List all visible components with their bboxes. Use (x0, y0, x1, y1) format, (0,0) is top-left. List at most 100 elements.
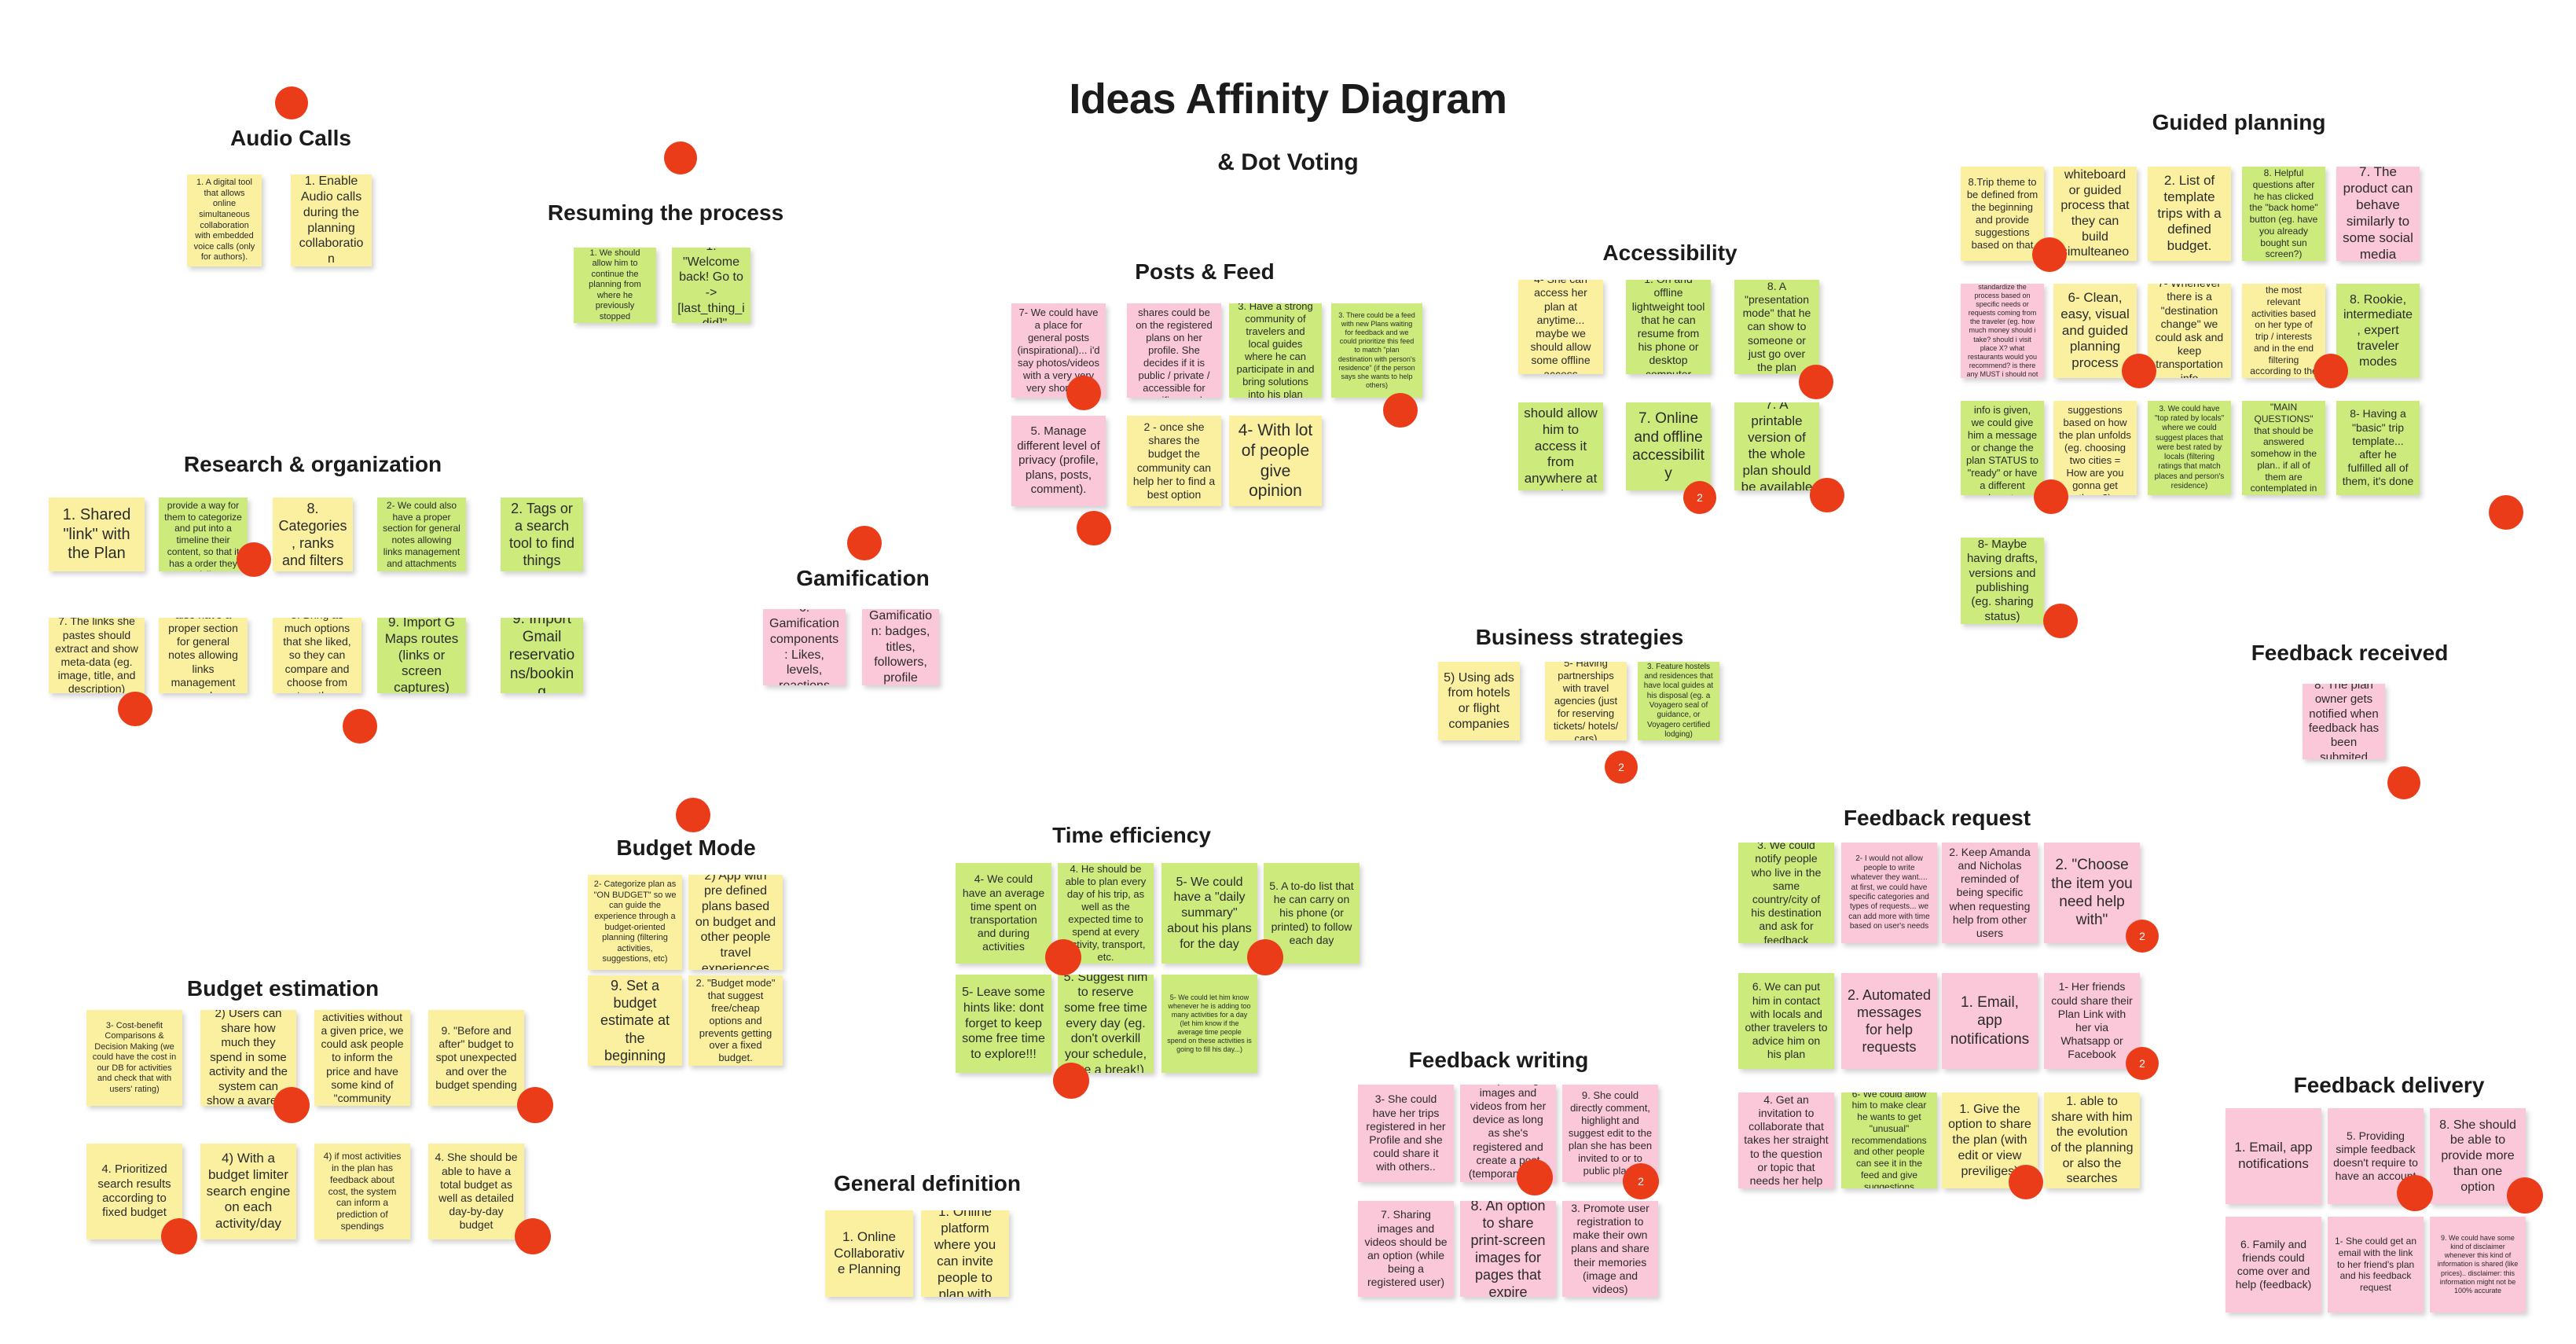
sticky-note[interactable]: 5- We could let him know whenever he is … (1161, 975, 1257, 1073)
sticky-note[interactable]: 1. "Welcome back! Go to -> [last_thing_i… (672, 248, 750, 323)
sticky-note[interactable]: 9. We could have some kind of disclaimer… (2430, 1217, 2526, 1313)
sticky-note[interactable]: 4- With lot of people give opinion (1229, 416, 1322, 506)
vote-dot[interactable] (161, 1218, 197, 1254)
sticky-note[interactable]: 8.Trip theme to be defined from the begi… (1961, 167, 2044, 261)
sticky-note[interactable]: 4- She can access her plan at anytime...… (1518, 280, 1603, 374)
sticky-note[interactable]: 9. Set a budget estimate at the beginnin… (588, 975, 682, 1066)
vote-dot[interactable] (1247, 939, 1283, 975)
sticky-note[interactable]: 1- She could get an email with the link … (2328, 1217, 2424, 1313)
sticky-note[interactable]: 3. We could have "top rated by locals" w… (2148, 401, 2231, 495)
sticky-note[interactable]: 7. Sharing images and videos should be a… (1358, 1201, 1454, 1297)
vote-dot[interactable] (1066, 376, 1101, 410)
vote-dot[interactable] (515, 1218, 551, 1254)
sticky-note[interactable]: 8. A "presentation mode" that he can sho… (1734, 280, 1819, 374)
vote-dot[interactable] (273, 1087, 310, 1123)
vote-dot[interactable] (118, 692, 152, 726)
sticky-note[interactable]: 4) if most activities in the plan has fe… (314, 1144, 410, 1239)
vote-dot[interactable] (2397, 1175, 2433, 1211)
sticky-note[interactable]: 7. Online and offline accessibility (1626, 402, 1711, 490)
sticky-note[interactable]: 7- Whenever there is a "destination chan… (2148, 284, 2231, 378)
vote-dot[interactable] (1383, 393, 1418, 428)
sticky-note[interactable]: 2. "Choose the item you need help with" (2044, 843, 2140, 943)
sticky-note[interactable]: 1. We should allow him to continue the p… (574, 248, 656, 323)
sticky-note[interactable]: 1. Online platform where you can invite … (921, 1210, 1009, 1297)
vote-dot[interactable] (2009, 1165, 2043, 1199)
sticky-note[interactable]: 4) With a budget limiter search engine o… (200, 1144, 296, 1239)
vote-dot[interactable] (2043, 604, 2078, 638)
sticky-note[interactable]: 6- We could allow him to make clear he w… (1841, 1092, 1937, 1188)
sticky-note[interactable]: 8- We could have a list of "MAIN QUESTIO… (2242, 401, 2325, 495)
sticky-note[interactable]: 8. Bring as much options that she liked,… (273, 618, 361, 693)
sticky-note[interactable]: 2- I would not allow people to write wha… (1841, 843, 1937, 943)
sticky-note[interactable]: 6. We can put him in contact with locals… (1738, 973, 1834, 1069)
sticky-note[interactable]: 8- After all the info is given, we could… (1961, 401, 2044, 495)
vote-dot[interactable] (1799, 365, 1833, 399)
sticky-note[interactable]: 7- Suggesting the most relevant activiti… (2242, 284, 2325, 378)
sticky-note[interactable]: 5- Leave some hints like: dont forget to… (956, 975, 1051, 1073)
sticky-note[interactable]: 6. Family and friends could come over an… (2226, 1217, 2321, 1313)
sticky-note[interactable]: 8. The plan owner gets notified when fee… (2303, 684, 2385, 759)
sticky-note[interactable]: 3. There could be a feed with new Plans … (1331, 303, 1422, 398)
vote-dot[interactable] (2034, 479, 2068, 514)
sticky-note[interactable]: 2. We could provide a way for them to ca… (159, 498, 248, 571)
vote-dot[interactable]: 2 (2126, 920, 2159, 953)
sticky-note[interactable]: 4- We could have an average time spent o… (956, 863, 1051, 964)
sticky-note[interactable]: 7- We could also have a proper section f… (159, 618, 248, 693)
vote-dot[interactable] (2507, 1177, 2543, 1214)
sticky-note[interactable]: 9. Import G Maps routes (links or screen… (377, 618, 466, 693)
vote-dot[interactable] (2314, 354, 2348, 388)
vote-dot[interactable] (237, 542, 271, 577)
vote-dot[interactable] (1053, 1063, 1089, 1099)
sticky-note[interactable]: 1. We should allow him to access it from… (1518, 402, 1603, 490)
sticky-note[interactable]: 9. Import Gmail reservations/booking (501, 618, 583, 693)
sticky-note[interactable]: 4. She should be able to have a total bu… (428, 1144, 524, 1239)
vote-dot[interactable] (343, 709, 377, 744)
vote-dot[interactable] (2489, 495, 2523, 530)
sticky-note[interactable]: 3. Have a strong community of travelers … (1229, 303, 1322, 398)
sticky-note[interactable]: 8. An option to share print-screen image… (1460, 1201, 1556, 1297)
sticky-note[interactable]: 7. The product can behave similarly to s… (2336, 167, 2420, 261)
sticky-note[interactable]: 6. Gamification components: Likes, level… (763, 609, 846, 685)
sticky-note[interactable]: 5- We could have a "daily summary" about… (1161, 863, 1257, 964)
sticky-note[interactable]: 9. "Before and after" budget to spot une… (428, 1010, 524, 1106)
vote-dot[interactable]: 2 (2126, 1047, 2159, 1080)
vote-dot[interactable]: 2 (1623, 1163, 1659, 1199)
sticky-note[interactable]: 5) Using ads from hotels or flight compa… (1438, 662, 1520, 740)
sticky-note[interactable]: 2 - once she shares the budget the commu… (1127, 416, 1221, 506)
sticky-note[interactable]: 1. Enable Audio calls during the plannin… (291, 174, 372, 266)
vote-dot[interactable] (2387, 766, 2420, 799)
sticky-note[interactable]: 2. "Budget mode" that suggest free/cheap… (688, 975, 783, 1066)
sticky-note[interactable]: 1. A whiteboard or guided process that t… (2053, 167, 2137, 261)
sticky-note[interactable]: 1. Email, app notifications (2226, 1108, 2321, 1204)
vote-dot[interactable] (676, 798, 710, 832)
sticky-note[interactable]: 6- Gamification: badges, titles, followe… (862, 609, 939, 685)
vote-dot[interactable] (2032, 237, 2067, 272)
sticky-note[interactable]: 5- Having partnerships with travel agenc… (1545, 662, 1627, 740)
sticky-note[interactable]: 1- Her friends could share their Plan Li… (2044, 973, 2140, 1069)
vote-dot[interactable] (664, 141, 697, 174)
sticky-note[interactable]: 7. The links she pastes should extract a… (49, 618, 145, 693)
vote-dot[interactable] (847, 526, 882, 560)
sticky-note[interactable]: 3- She could have her trips registered i… (1358, 1085, 1454, 1182)
sticky-note[interactable]: 8- Having a "basic" trip template... aft… (2336, 401, 2420, 495)
sticky-note[interactable]: 5. Suggest him to reserve some free time… (1058, 975, 1154, 1073)
vote-dot[interactable]: 2 (1605, 751, 1638, 784)
sticky-note[interactable]: 3- For the activities without a given pr… (314, 1010, 410, 1106)
sticky-note[interactable]: 1. Shared "link" with the Plan (49, 498, 145, 571)
sticky-note[interactable]: 1. able to share with him the evolution … (2044, 1092, 2140, 1188)
sticky-note[interactable]: 2) App with pre defined plans based on b… (688, 875, 783, 970)
sticky-note[interactable]: 3. Feature hostels and residences that h… (1638, 662, 1719, 740)
vote-dot[interactable] (1045, 939, 1081, 975)
sticky-note[interactable]: 2. Automated messages for help requests (1841, 973, 1937, 1069)
vote-dot[interactable] (2122, 354, 2156, 388)
sticky-note[interactable]: 5. Manage different level of privacy (pr… (1011, 416, 1106, 506)
sticky-note[interactable]: 3. Promote user registration to make the… (1562, 1201, 1658, 1297)
sticky-note[interactable]: 4. Get an invitation to collaborate that… (1738, 1092, 1834, 1188)
sticky-note[interactable]: 7. A printable version of the whole plan… (1734, 402, 1819, 490)
sticky-note[interactable]: 5- The info she shares could be on the r… (1127, 303, 1221, 398)
vote-dot[interactable]: 2 (1683, 481, 1716, 514)
vote-dot[interactable] (1077, 511, 1111, 545)
sticky-note[interactable]: 8. Rookie, intermediate, expert traveler… (2336, 284, 2420, 378)
sticky-note[interactable]: 2- Categorize plan as "ON BUDGET" so we … (588, 875, 682, 970)
vote-dot[interactable] (275, 86, 308, 119)
